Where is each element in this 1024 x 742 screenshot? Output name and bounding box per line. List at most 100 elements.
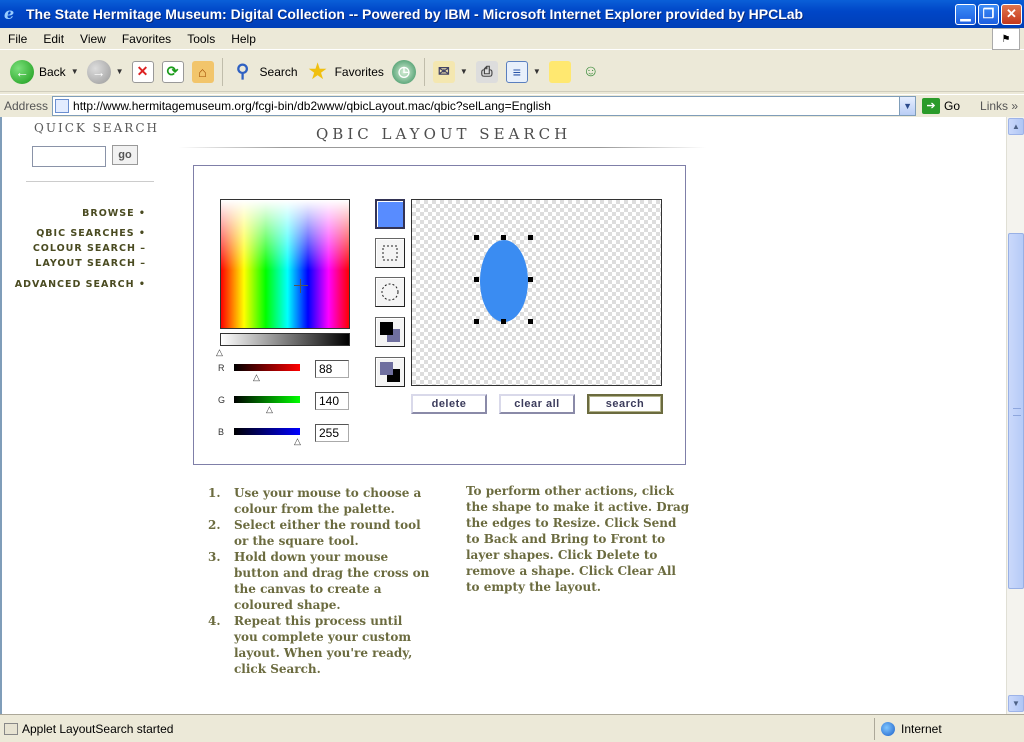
green-label: G	[218, 395, 226, 405]
menu-tools[interactable]: Tools	[179, 32, 223, 46]
menu-view[interactable]: View	[72, 32, 114, 46]
scroll-up-icon[interactable]: ▲	[1008, 118, 1024, 135]
search-label: Search	[259, 64, 298, 79]
nav-browse-label: BROWSE	[82, 208, 135, 219]
forward-button[interactable]: → ▼	[83, 55, 128, 89]
send-to-back-button[interactable]	[375, 317, 405, 347]
toolbar-divider	[423, 57, 425, 86]
nav-layout-search[interactable]: LAYOUT SEARCH –	[35, 258, 146, 269]
clear-all-button[interactable]: clear all	[499, 394, 575, 414]
nav-qbic-searches-label: QBIC SEARCHES	[36, 228, 135, 239]
list-item: 3. Hold down your mouse button and drag t…	[208, 549, 430, 613]
red-slider[interactable]	[234, 364, 300, 371]
home-button[interactable]: ⌂	[188, 55, 218, 89]
print-button[interactable]: ⎙	[472, 55, 502, 89]
scroll-thumb[interactable]	[1008, 233, 1024, 589]
note-icon	[548, 60, 571, 83]
resize-handle[interactable]	[528, 235, 533, 240]
blue-slider[interactable]	[234, 428, 300, 435]
bullet-icon: •	[138, 279, 146, 290]
layout-canvas[interactable]	[411, 199, 662, 386]
resize-handle[interactable]	[528, 277, 533, 282]
delete-button[interactable]: delete	[411, 394, 487, 414]
status-bar: Applet LayoutSearch started Internet	[0, 714, 1024, 742]
page-title: QBIC LAYOUT SEARCH	[316, 125, 572, 143]
search-button[interactable]: ⚲ Search	[227, 55, 302, 89]
bring-to-front-button[interactable]	[375, 357, 405, 387]
brightness-slider-handle[interactable]: △	[216, 347, 223, 358]
current-colour-swatch	[375, 199, 405, 229]
nav-browse[interactable]: BROWSE •	[82, 208, 146, 219]
discuss-button[interactable]	[545, 55, 575, 89]
vertical-scrollbar[interactable]: ▲ ▼	[1006, 117, 1024, 714]
resize-handle[interactable]	[474, 235, 479, 240]
favorites-label: Favorites	[334, 64, 384, 79]
green-value-field[interactable]: 140	[315, 392, 349, 410]
red-value-field[interactable]: 88	[315, 360, 349, 378]
nav-colour-search[interactable]: COLOUR SEARCH –	[33, 243, 146, 254]
square-tool-button[interactable]	[375, 238, 405, 268]
send-to-back-icon	[380, 322, 400, 342]
address-bar: Address http://www.hermitagemuseum.org/f…	[0, 94, 1024, 116]
restore-button[interactable]: ❐	[978, 3, 999, 25]
resize-handle[interactable]	[474, 277, 479, 282]
resize-handle[interactable]	[528, 319, 533, 324]
red-slider-handle[interactable]: △	[253, 372, 260, 383]
quick-search-input[interactable]	[32, 146, 106, 167]
address-input[interactable]: http://www.hermitagemuseum.org/fcgi-bin/…	[52, 95, 917, 116]
brightness-bar[interactable]	[220, 333, 350, 346]
resize-handle[interactable]	[501, 235, 506, 240]
edit-page-icon: ≡	[505, 60, 528, 83]
back-arrow-icon: ←	[10, 59, 34, 84]
bring-to-front-icon	[380, 362, 400, 382]
go-button[interactable]: ➔ Go	[922, 97, 960, 114]
blue-slider-handle[interactable]: △	[294, 436, 301, 447]
green-slider[interactable]	[234, 396, 300, 403]
chevron-down-icon[interactable]: ▼	[71, 67, 79, 76]
bullet-icon: •	[138, 228, 146, 239]
mail-button[interactable]: ✉ ▼	[429, 55, 472, 89]
stop-button[interactable]: ✕	[128, 55, 158, 89]
list-item: 4. Repeat this process until you complete…	[208, 613, 430, 677]
edit-button[interactable]: ≡ ▼	[502, 55, 545, 89]
favorites-button[interactable]: ★ Favorites	[302, 55, 388, 89]
round-tool-button[interactable]	[375, 277, 405, 307]
ellipse-shape[interactable]	[480, 240, 528, 322]
address-url[interactable]: http://www.hermitagemuseum.org/fcgi-bin/…	[73, 99, 551, 113]
chevron-down-icon[interactable]: ▼	[116, 67, 124, 76]
search-button[interactable]: search	[587, 394, 663, 414]
menu-edit[interactable]: Edit	[35, 32, 72, 46]
history-button[interactable]: ◷	[388, 55, 420, 89]
window-titlebar: e The State Hermitage Museum: Digital Co…	[0, 0, 1024, 28]
colour-palette[interactable]	[220, 199, 350, 329]
blue-value-field[interactable]: 255	[315, 424, 349, 442]
list-item: 2. Select either the round tool or the sq…	[208, 517, 430, 549]
back-button[interactable]: ← Back ▼	[6, 55, 83, 89]
resize-handle[interactable]	[474, 319, 479, 324]
messenger-icon: ☺	[582, 62, 599, 80]
menu-file[interactable]: File	[0, 32, 35, 46]
close-button[interactable]: ✕	[1001, 3, 1022, 25]
green-slider-handle[interactable]: △	[266, 404, 273, 415]
red-label: R	[218, 363, 225, 373]
crosshair-icon	[294, 279, 308, 293]
globe-icon	[881, 721, 895, 736]
messenger-button[interactable]: ☺	[575, 55, 607, 89]
list-number: 3.	[208, 550, 221, 564]
refresh-button[interactable]: ⟳	[158, 55, 188, 89]
chevron-down-icon[interactable]: ▼	[899, 96, 916, 115]
menu-help[interactable]: Help	[223, 32, 264, 46]
links-toolbar[interactable]: Links »	[980, 99, 1018, 113]
windows-flag-icon: ⚑	[992, 28, 1020, 50]
nav-advanced-search[interactable]: ADVANCED SEARCH •	[15, 279, 146, 290]
chevron-down-icon[interactable]: ▼	[460, 67, 468, 76]
nav-qbic-searches[interactable]: QBIC SEARCHES •	[36, 228, 146, 239]
quick-search-go-button[interactable]: go	[112, 145, 138, 165]
chevron-down-icon[interactable]: ▼	[533, 67, 541, 76]
menu-favorites[interactable]: Favorites	[114, 32, 179, 46]
minimize-button[interactable]: ▁	[955, 3, 976, 25]
stop-icon: ✕	[131, 60, 154, 83]
scroll-down-icon[interactable]: ▼	[1008, 695, 1024, 712]
list-item: 1. Use your mouse to choose a colour from…	[208, 485, 430, 517]
resize-handle[interactable]	[501, 319, 506, 324]
